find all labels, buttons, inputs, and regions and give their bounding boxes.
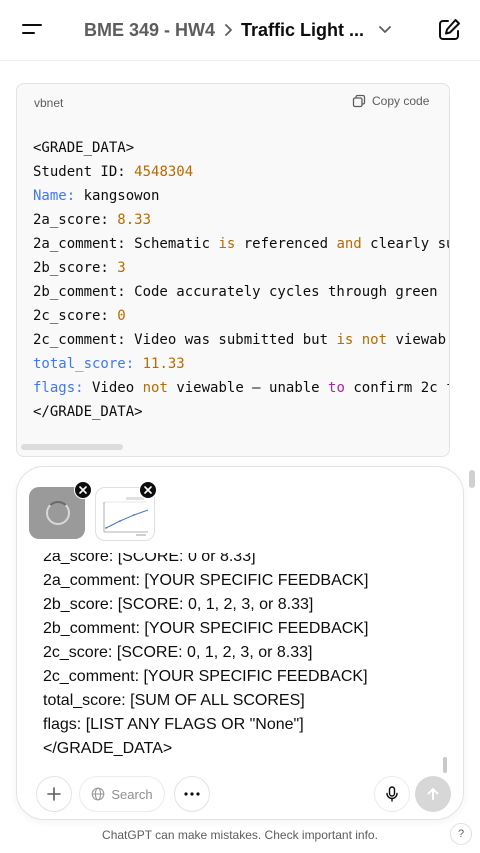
prompt-line: 2c_comment: [YOUR SPECIFIC FEEDBACK]: [43, 668, 368, 685]
code-block: vbnet Copy code <GRADE_DATA> Student ID: …: [16, 83, 450, 457]
remove-attachment-button[interactable]: [139, 481, 157, 499]
code-token: confirm 2c f: [344, 380, 450, 396]
code-line: 2b_comment: Code accurately cycles throu…: [33, 280, 449, 304]
code-language-label: vbnet: [34, 96, 64, 110]
prompt-line: </GRADE_DATA>: [43, 740, 173, 757]
code-line: flags: Video not viewable — unable to co…: [33, 376, 450, 400]
code-line: 2a_score: 8.33: [33, 208, 449, 232]
code-line: 2c_comment: Video was submitted but is n…: [33, 328, 449, 352]
code-token: viewable — unable: [167, 380, 329, 396]
code-token: referenced: [235, 236, 337, 252]
code-line: 2b_score: 3: [33, 256, 449, 280]
code-content: <GRADE_DATA> Student ID: 4548304 Name: kan…: [33, 136, 450, 424]
code-token: 0: [117, 308, 126, 324]
code-token: Name:: [33, 188, 76, 204]
code-token: 2c_score:: [33, 308, 118, 324]
code-line: <GRADE_DATA>: [33, 136, 449, 160]
code-token: Student ID:: [33, 164, 135, 180]
prompt-textarea[interactable]: 2a_score: [SCORE: 0 or 8.33] 2a_comment: …: [43, 553, 453, 767]
code-token: to: [328, 380, 345, 396]
code-token: not: [361, 332, 388, 348]
search-label: Search: [111, 786, 153, 802]
send-button[interactable]: [415, 776, 451, 812]
code-token: 2c_comment: Video was submitted but: [33, 332, 337, 348]
arrow-up-icon: [427, 788, 439, 800]
code-token: 2b_score:: [33, 260, 118, 276]
prompt-line: 2b_score: [SCORE: 0, 1, 2, 3, or 8.33]: [43, 596, 314, 613]
breadcrumb: BME 349 - HW4 Traffic Light ...: [84, 18, 392, 42]
code-token: flags:: [33, 380, 84, 396]
copy-icon: [352, 94, 366, 108]
help-button[interactable]: ?: [450, 823, 472, 845]
code-token: Video: [83, 380, 143, 396]
prompt-line: 2a_score: [SCORE: 0 or 8.33]: [43, 553, 256, 565]
message-composer: 2a_score: [SCORE: 0 or 8.33] 2a_comment: …: [16, 466, 464, 820]
code-token: </GRADE_DATA>: [33, 404, 143, 420]
conversation-title[interactable]: Traffic Light ...: [241, 20, 364, 41]
code-token: <GRADE_DATA>: [33, 140, 135, 156]
attach-button[interactable]: [36, 776, 72, 812]
top-bar: BME 349 - HW4 Traffic Light ...: [0, 0, 480, 61]
code-token: clearly su: [361, 236, 450, 252]
code-line: 2c_score: 0: [33, 304, 449, 328]
prompt-line: flags: [LIST ANY FLAGS OR "None"]: [43, 716, 304, 733]
code-line: </GRADE_DATA>: [33, 400, 449, 424]
code-horizontal-scrollbar[interactable]: [21, 444, 123, 450]
sidebar-toggle-button[interactable]: [14, 14, 50, 46]
copy-code-button[interactable]: Copy code: [352, 94, 429, 108]
plus-icon: [47, 787, 61, 801]
dictate-button[interactable]: [374, 776, 410, 812]
code-token: 11.33: [142, 356, 185, 372]
code-token: 2b_comment: Code accurately cycles throu…: [33, 284, 438, 300]
prompt-line: 2b_comment: [YOUR SPECIFIC FEEDBACK]: [43, 620, 369, 637]
code-token: viewab: [387, 332, 447, 348]
prompt-line: total_score: [SUM OF ALL SCORES]: [43, 692, 305, 709]
code-line: Student ID: 4548304: [33, 160, 449, 184]
project-name[interactable]: BME 349 - HW4: [84, 20, 215, 41]
prompt-text: 2a_score: [SCORE: 0 or 8.33] 2a_comment: …: [43, 553, 368, 761]
close-icon: [79, 486, 87, 494]
mic-icon: [386, 786, 398, 802]
page-scrollbar[interactable]: [469, 470, 475, 488]
globe-icon: [92, 787, 105, 801]
code-token: 4548304: [134, 164, 194, 180]
code-line: 2a_comment: Schematic is referenced and …: [33, 232, 450, 256]
chevron-right-icon: [223, 23, 235, 37]
prompt-line: 2c_score: [SCORE: 0, 1, 2, 3, or 8.33]: [43, 644, 313, 661]
code-token: and: [336, 236, 362, 252]
code-token: total_score:: [33, 356, 135, 372]
new-chat-icon: [439, 19, 460, 40]
code-token: is: [218, 236, 236, 252]
more-icon: [184, 792, 200, 796]
remove-attachment-button[interactable]: [74, 481, 92, 499]
new-chat-button[interactable]: [434, 14, 464, 46]
code-token: is: [336, 332, 354, 348]
code-token: 2a_comment: Schematic: [33, 236, 219, 252]
composer-scrollbar[interactable]: [443, 757, 447, 773]
menu-icon: [22, 24, 42, 34]
code-token: not: [142, 380, 168, 396]
code-token: 3: [117, 260, 126, 276]
loading-spinner-icon: [46, 501, 70, 525]
code-token: kangsowon: [75, 188, 160, 204]
copy-code-label: Copy code: [372, 94, 430, 108]
search-button[interactable]: Search: [79, 776, 165, 812]
code-token: 2a_score:: [33, 212, 118, 228]
code-line: total_score: 11.33: [33, 352, 449, 376]
code-token: 8.33: [117, 212, 152, 228]
prompt-line: 2a_comment: [YOUR SPECIFIC FEEDBACK]: [43, 572, 369, 589]
close-icon: [144, 486, 152, 494]
disclaimer-text: ChatGPT can make mistakes. Check importa…: [102, 828, 378, 842]
chevron-down-icon[interactable]: [378, 25, 392, 35]
code-line: Name: kangsowon: [33, 184, 449, 208]
more-tools-button[interactable]: [174, 776, 210, 812]
